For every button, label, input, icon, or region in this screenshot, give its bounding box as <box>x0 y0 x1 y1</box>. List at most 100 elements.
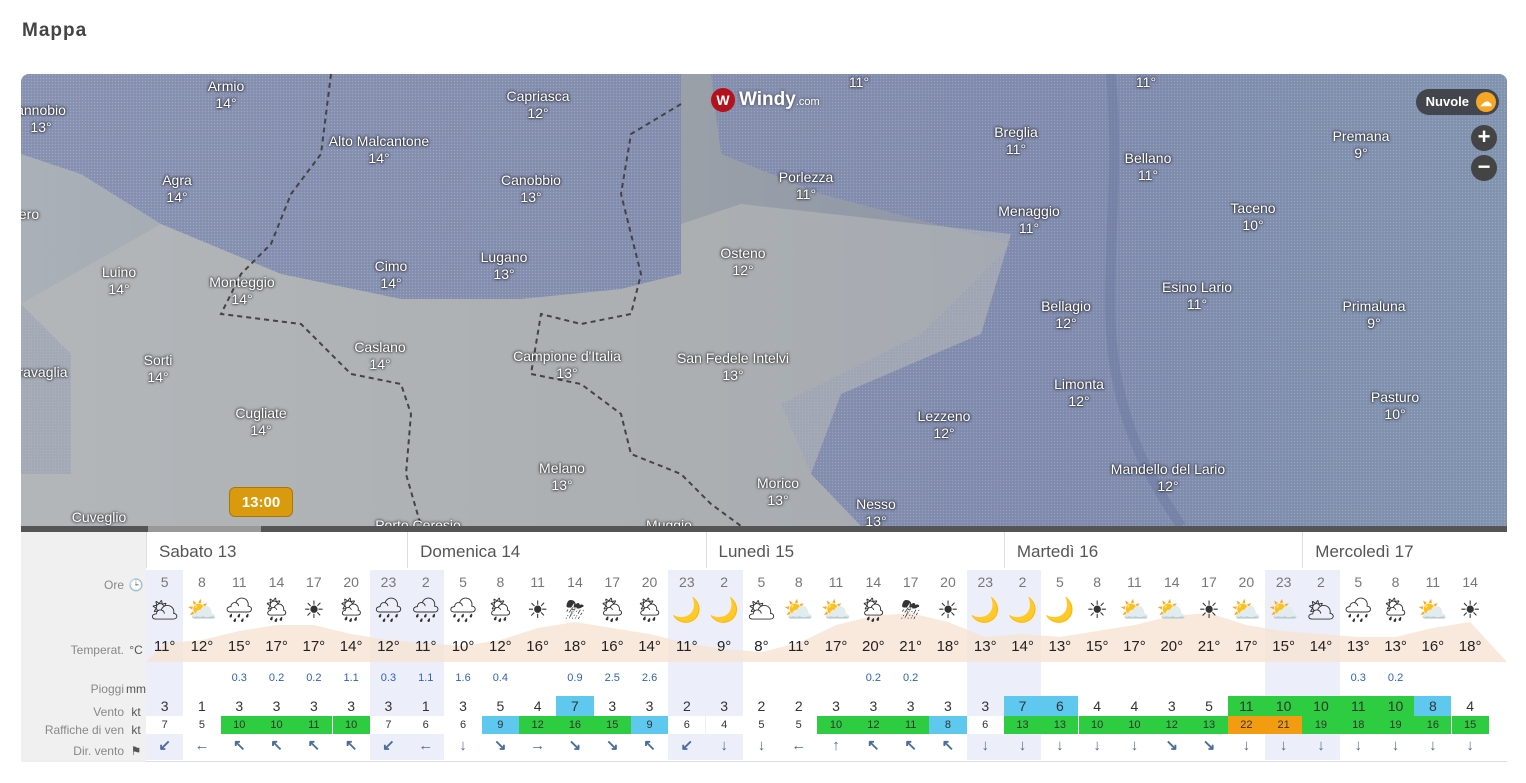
hour-cell: 5 <box>1354 574 1363 590</box>
gust-cell: 13 <box>1190 716 1228 734</box>
map-place-name: Menaggio <box>998 203 1060 219</box>
layer-button-label: Nuvole <box>1425 94 1469 109</box>
hour-cell: 17 <box>306 574 322 590</box>
gust-cell: 19 <box>1376 716 1415 734</box>
map-place-name: Armio <box>207 78 245 94</box>
map-place-name: Morico <box>756 475 800 491</box>
sun-icon: ☀ <box>1459 597 1481 624</box>
cloud-sun-icon: ☁ <box>1476 92 1496 112</box>
gust-cell: 5 <box>742 716 781 734</box>
wind-direction-arrow-icon: ↓ <box>1466 737 1474 754</box>
temperature-cell: 13° <box>1346 638 1370 655</box>
wind-cell: 3 <box>160 698 169 714</box>
hour-cell: 8 <box>794 574 803 590</box>
wind-cell: 3 <box>347 698 356 714</box>
wind-cell: 3 <box>869 698 878 714</box>
sun-cloud-icon: ⛅ <box>821 597 851 624</box>
time-badge[interactable]: 13:00 <box>229 487 293 517</box>
temperature-cell: 14° <box>638 638 661 655</box>
wind-direction-arrow-icon: ↓ <box>720 737 728 754</box>
temperature-cell: 17° <box>302 638 326 655</box>
wind-direction-arrow-icon: ↓ <box>1391 737 1400 754</box>
hour-cell: 11 <box>1127 574 1142 590</box>
gust-cell: 13 <box>1041 716 1079 734</box>
cloud-rain-icon: 🌧 <box>373 597 404 624</box>
map-place-name: Primaluna <box>1342 298 1406 314</box>
temperature-cell: 14° <box>339 638 363 655</box>
moon-rain-icon: 🌧 <box>1343 597 1374 624</box>
gust-cell: 15 <box>1451 716 1489 734</box>
forecast-grid: Sabato 13 Domenica 14 Lunedì 15 Martedì 16 M… <box>146 532 1507 762</box>
temperature-cell: 13° <box>1384 638 1407 655</box>
wind-cell: 4 <box>1130 698 1139 714</box>
gust-cell: 10 <box>257 716 296 734</box>
wind-direction-arrow-icon: → <box>530 737 546 754</box>
day-header[interactable]: Domenica 14 <box>407 532 705 568</box>
page-title: Mappa <box>22 20 88 41</box>
map-place-name: Porlezza <box>778 169 834 185</box>
zoom-out-button[interactable]: − <box>1471 155 1497 181</box>
sun-icon: ☀ <box>526 597 549 624</box>
map-place-label: Esino Lario 11° <box>1162 279 1232 313</box>
hour-cell: 14 <box>1462 574 1478 590</box>
temperature-cell: 20° <box>1160 638 1184 655</box>
wind-direction-arrow-icon: ↖ <box>307 737 321 754</box>
map-place-label: Alto Malcantone 14° <box>329 133 429 167</box>
map-place-temp: 14° <box>166 189 188 205</box>
gust-cell: 4 <box>705 716 743 734</box>
gust-cell: 5 <box>183 716 221 734</box>
map-place-label: Cuveglio <box>72 509 126 526</box>
wind-cell: 4 <box>1466 698 1475 714</box>
map-place-name: Cugliate <box>235 405 287 421</box>
map-place-temp: 14° <box>250 422 272 438</box>
temperature-cell: 13° <box>973 638 997 655</box>
hour-cell: 8 <box>1093 574 1102 590</box>
map-place-temp: 11° <box>1135 74 1157 90</box>
map-place-name: Lezzeno <box>917 408 971 424</box>
gust-cell: 10 <box>1078 716 1116 734</box>
day-header[interactable]: Mercoledì 17 <box>1302 532 1507 568</box>
map-place-name: Taceno <box>1230 200 1276 216</box>
wind-cell: 3 <box>981 698 990 714</box>
weather-map[interactable]: Armio 14° annobio 13° Capriasca 12° Alto Malca… <box>21 74 1507 526</box>
map-place-name: Alto Malcantone <box>328 133 430 149</box>
map-place-temp: 11° <box>1005 141 1027 157</box>
temperature-cell: 18° <box>936 638 960 655</box>
map-place-temp: 12° <box>933 425 955 441</box>
row-label-unit: °C <box>129 643 143 657</box>
sun-rain-icon: 🌦 <box>485 597 516 624</box>
map-place-label: Porlezza 11° <box>779 169 833 203</box>
map-place-name: Osteno <box>720 245 766 261</box>
temperature-cell: 18° <box>1458 638 1482 655</box>
temperature-cell: 16° <box>526 638 549 655</box>
map-place-temp: 13° <box>722 367 744 383</box>
layer-button[interactable]: Nuvole ☁ <box>1415 89 1499 115</box>
map-place-name: Canobbio <box>501 172 561 188</box>
moon-icon: 🌙 <box>671 597 702 624</box>
map-place-name: ravaglia <box>21 364 68 380</box>
gust-cell: 10 <box>1115 716 1154 734</box>
map-place-label: 11° <box>849 74 869 91</box>
windy-logo[interactable]: W Windy.com <box>711 88 820 112</box>
map-place-name: Esino Lario <box>1161 279 1233 295</box>
zoom-in-button[interactable]: + <box>1471 125 1497 151</box>
map-place-temp: 9° <box>1367 315 1381 331</box>
wind-cell: 2 <box>794 698 803 714</box>
sun-rain-icon: 🌦 <box>597 597 628 624</box>
moon-icon: 🌙 <box>1007 597 1038 624</box>
wind-cell: 3 <box>906 698 915 714</box>
map-place-label: Lugano 13° <box>481 249 528 283</box>
sun-cloud-icon: ⛅ <box>1156 597 1187 624</box>
moon-icon: 🌙 <box>709 597 740 624</box>
day-header[interactable]: Sabato 13 <box>146 532 407 568</box>
day-header[interactable]: Martedì 16 <box>1003 532 1302 568</box>
temperature-cell: 17° <box>1234 638 1258 655</box>
wind-cell: 10 <box>1302 696 1340 716</box>
map-place-label: Capriasca 12° <box>506 88 569 122</box>
wind-cell: 2 <box>757 698 766 714</box>
temperature-cell: 12° <box>190 638 214 655</box>
map-place-label: Breglia 11° <box>994 124 1038 158</box>
map-place-label: Bellano 11° <box>1125 150 1172 184</box>
day-header[interactable]: Lunedì 15 <box>705 532 1004 568</box>
hour-cell: 5 <box>160 574 169 590</box>
